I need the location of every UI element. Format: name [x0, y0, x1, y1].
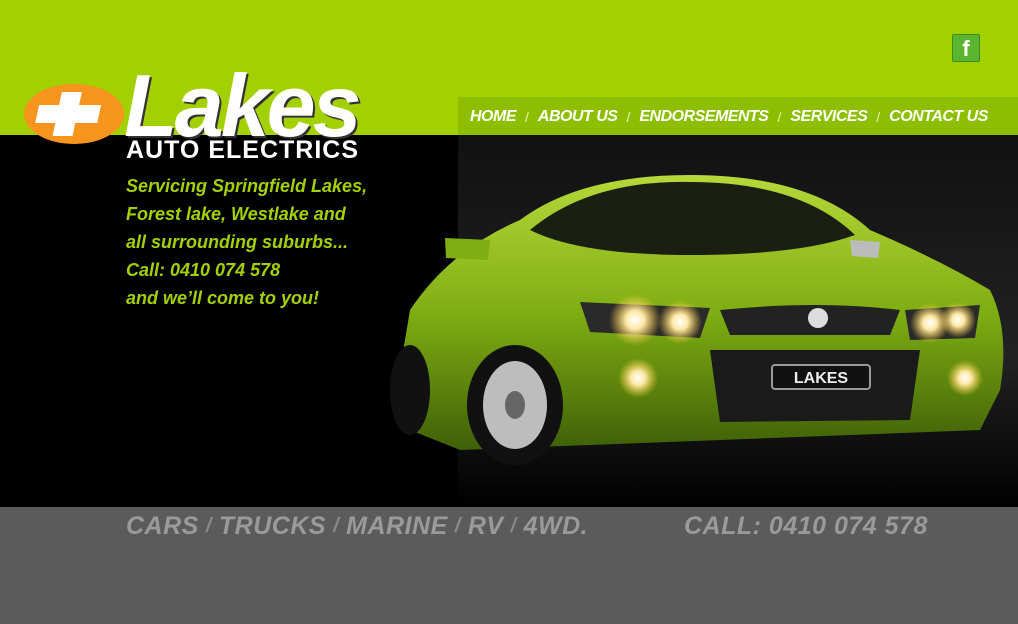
nav-separator: /	[525, 109, 529, 125]
logo-cross-icon	[22, 82, 126, 146]
service-marine: MARINE	[346, 512, 448, 540]
nav-about-us[interactable]: ABOUT US	[538, 108, 618, 126]
hero-car-image: LAKES	[380, 160, 1018, 485]
service-4wd: 4WD.	[523, 512, 589, 540]
nav-services[interactable]: SERVICES	[790, 108, 867, 126]
service-rv: RV	[467, 512, 504, 540]
main-navigation: HOME / ABOUT US / ENDORSEMENTS / SERVICE…	[470, 104, 988, 130]
nav-home[interactable]: HOME	[470, 108, 517, 126]
service-trucks: TRUCKS	[218, 512, 327, 540]
footer-services: CARS / TRUCKS / MARINE / RV / 4WD.	[126, 512, 588, 541]
footer-call-number[interactable]: CALL: 0410 074 578	[684, 512, 928, 541]
nav-separator: /	[876, 109, 881, 125]
service-cars: CARS	[126, 512, 199, 540]
nav-separator: /	[777, 109, 782, 125]
logo-subtitle: AUTO ELECTRICS	[126, 136, 359, 164]
nav-endorsements[interactable]: ENDORSEMENTS	[639, 108, 769, 126]
service-separator: /	[454, 515, 461, 537]
nav-separator: /	[626, 109, 631, 125]
nav-contact-us[interactable]: CONTACT US	[889, 108, 988, 126]
service-separator: /	[333, 515, 340, 537]
service-separator: /	[205, 515, 212, 537]
license-plate-text: LAKES	[794, 370, 849, 387]
service-separator: /	[510, 515, 517, 537]
facebook-icon[interactable]: f	[952, 34, 980, 62]
